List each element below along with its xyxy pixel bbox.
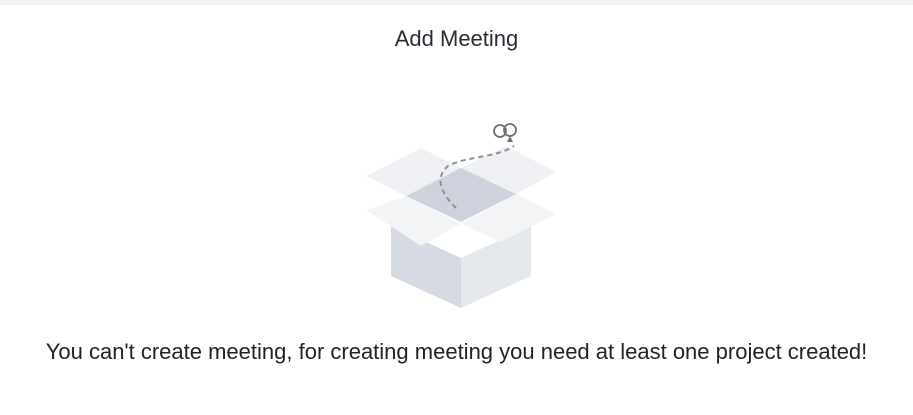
empty-box-illustration <box>356 118 566 313</box>
open-empty-box-icon <box>366 123 556 308</box>
dialog-title: Add Meeting <box>394 26 519 51</box>
add-meeting-dialog: Add Meeting You can't create meeting, fo <box>0 0 913 415</box>
empty-state-message: You can't create meeting, for creating m… <box>45 339 868 364</box>
